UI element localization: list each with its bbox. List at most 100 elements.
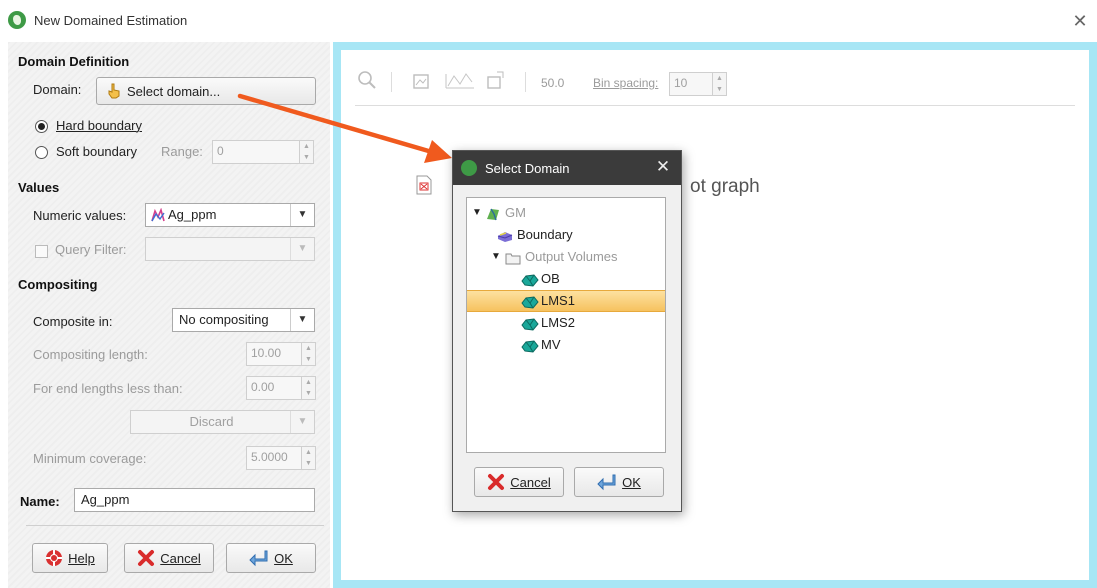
compositing-length-stepper-arrows: ▲ ▼ xyxy=(302,342,316,366)
ok-button[interactable]: OK xyxy=(226,543,316,573)
numeric-column-icon xyxy=(151,207,165,222)
cancel-x-icon xyxy=(487,473,505,491)
values-heading: Values xyxy=(18,180,60,195)
composite-in-select[interactable]: No compositing ▼ xyxy=(172,308,315,332)
tree-item-label: LMS1 xyxy=(541,293,575,308)
missing-graph-icon xyxy=(416,175,432,195)
dialog-ok-label: OK xyxy=(622,474,641,490)
compositing-length-label: Compositing length: xyxy=(33,347,148,362)
tree-item-mv[interactable]: MV xyxy=(467,334,665,356)
export-data-icon[interactable] xyxy=(483,70,507,94)
tree-item-label: GM xyxy=(505,205,526,220)
dialog-cancel-button[interactable]: Cancel xyxy=(474,467,564,497)
name-field[interactable]: Ag_ppm xyxy=(74,488,315,512)
lifebuoy-icon xyxy=(45,549,63,567)
hand-pointer-icon xyxy=(107,83,121,99)
tree-item-ob[interactable]: OB xyxy=(467,268,665,290)
tree-item-output-volumes[interactable]: ▼ Output Volumes xyxy=(467,246,665,268)
new-domained-estimation-window: New Domained Estimation ✕ Domain Definit… xyxy=(0,0,1097,588)
app-logo-icon xyxy=(8,11,26,29)
boundary-icon xyxy=(497,228,513,242)
value-readout: 50.0 xyxy=(541,76,565,90)
dialog-ok-button[interactable]: OK xyxy=(574,467,664,497)
export-image-icon[interactable] xyxy=(409,70,433,94)
chevron-down-icon: ▼ xyxy=(290,309,314,331)
bin-spacing-label: Bin spacing: xyxy=(593,76,659,90)
tree-item-gm[interactable]: ▼ GM xyxy=(467,202,665,224)
dialog-cancel-label: Cancel xyxy=(510,474,551,490)
query-filter-label: Query Filter: xyxy=(55,242,127,257)
help-button[interactable]: Help xyxy=(32,543,108,573)
numeric-values-value: Ag_ppm xyxy=(168,207,217,222)
ok-label: OK xyxy=(274,550,293,566)
domain-definition-heading: Domain Definition xyxy=(18,54,130,69)
bin-spacing-spinner[interactable]: 10 ▲ ▼ xyxy=(669,72,727,96)
composite-in-label: Composite in: xyxy=(33,314,113,329)
range-value: 0 xyxy=(212,140,300,164)
range-spinner[interactable]: 0 ▲ ▼ xyxy=(212,140,314,164)
bin-spacing-stepper-arrows: ▲ ▼ xyxy=(713,72,727,96)
end-action-select[interactable]: Discard ▼ xyxy=(130,410,315,434)
cancel-x-icon xyxy=(137,549,155,567)
select-domain-button[interactable]: Select domain... xyxy=(96,77,316,105)
tree-item-label: Output Volumes xyxy=(525,249,618,264)
window-title: New Domained Estimation xyxy=(34,13,188,28)
dialog-title-bar: Select Domain ✕ xyxy=(453,151,681,185)
end-lengths-spinner[interactable]: 0.00 ▲ ▼ xyxy=(246,376,316,400)
soft-boundary-label[interactable]: Soft boundary xyxy=(56,144,137,159)
title-bar: New Domained Estimation ✕ xyxy=(0,0,1097,42)
compositing-length-spinner[interactable]: 10.00 ▲ ▼ xyxy=(246,342,316,366)
zoom-icon[interactable] xyxy=(355,70,379,94)
close-dialog-icon[interactable]: ✕ xyxy=(653,157,673,177)
name-label: Name: xyxy=(20,494,60,509)
chart-style-icon[interactable] xyxy=(443,70,477,94)
chevron-down-icon: ▼ xyxy=(290,411,314,433)
graph-panel: 50.0 Bin spacing: 10 ▲ ▼ ot graph xyxy=(333,42,1097,588)
tree-item-label: LMS2 xyxy=(541,315,575,330)
tree-item-label: OB xyxy=(541,271,560,286)
query-filter-checkbox[interactable] xyxy=(35,245,48,258)
numeric-values-select[interactable]: Ag_ppm ▼ xyxy=(145,203,315,227)
toolbar-separator xyxy=(525,72,526,92)
range-label: Range: xyxy=(161,144,203,159)
toolbar-divider xyxy=(355,105,1075,106)
query-filter-select[interactable]: ▼ xyxy=(145,237,315,261)
enter-arrow-icon xyxy=(249,549,269,567)
domain-tree: ▼ GM Boundary ▼ Output Volumes OB LMS1 L… xyxy=(466,197,666,453)
bin-spacing-value: 10 xyxy=(669,72,713,96)
end-lengths-value: 0.00 xyxy=(246,376,302,400)
hard-boundary-label[interactable]: Hard boundary xyxy=(56,118,142,133)
geological-model-icon xyxy=(485,206,501,221)
tree-item-label: Boundary xyxy=(517,227,573,242)
enter-arrow-icon xyxy=(597,473,617,491)
folder-icon xyxy=(505,250,521,265)
cancel-button[interactable]: Cancel xyxy=(124,543,214,573)
soft-boundary-radio[interactable] xyxy=(35,146,48,159)
close-window-icon[interactable]: ✕ xyxy=(1069,10,1091,32)
tree-item-lms1[interactable]: LMS1 xyxy=(467,290,665,312)
tree-item-lms2[interactable]: LMS2 xyxy=(467,312,665,334)
minimum-coverage-spinner[interactable]: 5.0000 ▲ ▼ xyxy=(246,446,316,470)
footer-divider xyxy=(26,525,324,526)
domain-label: Domain: xyxy=(33,82,82,97)
hard-boundary-radio[interactable] xyxy=(35,120,48,133)
minimum-coverage-stepper-arrows: ▲ ▼ xyxy=(302,446,316,470)
volume-icon xyxy=(521,272,539,287)
numeric-values-label: Numeric values: xyxy=(33,208,127,223)
expand-arrow-icon: ▼ xyxy=(491,251,501,262)
expand-arrow-icon: ▼ xyxy=(472,207,482,218)
select-domain-dialog: Select Domain ✕ ▼ GM Boundary ▼ Output V… xyxy=(452,150,682,512)
volume-icon xyxy=(521,338,539,353)
cancel-label: Cancel xyxy=(160,550,201,566)
end-lengths-stepper-arrows: ▲ ▼ xyxy=(302,376,316,400)
end-lengths-label: For end lengths less than: xyxy=(33,381,183,396)
compositing-heading: Compositing xyxy=(18,277,98,292)
volume-icon xyxy=(521,316,539,331)
minimum-coverage-label: Minimum coverage: xyxy=(33,451,147,466)
tree-item-boundary[interactable]: Boundary xyxy=(467,224,665,246)
chevron-down-icon: ▼ xyxy=(290,204,314,226)
volume-icon xyxy=(521,294,539,309)
dialog-title: Select Domain xyxy=(485,161,570,176)
toolbar-separator xyxy=(391,72,392,92)
range-stepper-arrows: ▲ ▼ xyxy=(300,140,314,164)
